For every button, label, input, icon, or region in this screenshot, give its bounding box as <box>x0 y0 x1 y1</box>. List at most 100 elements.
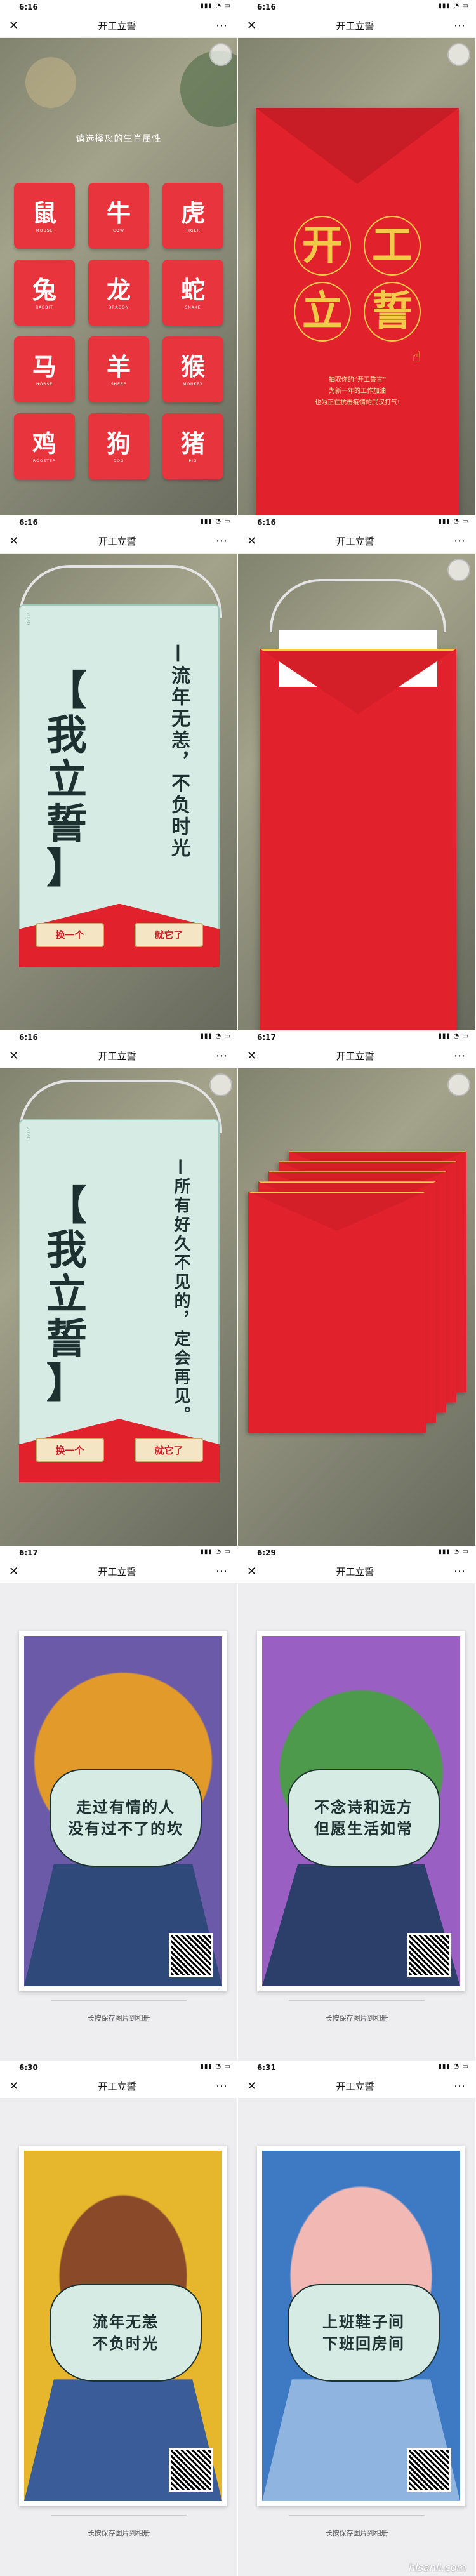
status-bar: 6:16 ▮▮▮ ◔ ▭ <box>0 1030 237 1045</box>
more-icon[interactable]: ⋯ <box>454 534 466 548</box>
screen-poster-tiger: 6:17 ▮▮▮ ◔ ▭ ✕ 开工立誓 ⋯ 走过有情的人 没有过不了的坎 长按保存图片… <box>0 1545 238 2061</box>
change-button[interactable]: 换一个 <box>36 922 104 947</box>
close-icon[interactable]: ✕ <box>9 1049 18 1063</box>
nav-bar: ✕ 开工立誓 ⋯ <box>0 1559 237 1584</box>
status-time: 6:17 <box>257 1033 276 1042</box>
red-envelope[interactable]: 开 工 立 誓 ☝ 抽取你的“开工誓言” 为新一年的工作加油 也为正在抗击疫情的… <box>256 108 459 515</box>
page-title: 开工立誓 <box>336 1051 374 1063</box>
zodiac-pig[interactable]: 猪 PIG <box>162 413 223 479</box>
page-title: 开工立誓 <box>98 2081 136 2093</box>
zodiac-char: 蛇 <box>180 276 205 304</box>
close-icon[interactable]: ✕ <box>247 1049 256 1063</box>
zodiac-char: 虎 <box>180 199 205 227</box>
status-time: 6:29 <box>257 1548 276 1557</box>
zodiac-en: RABBIT <box>36 305 53 310</box>
coffee-cup-decor <box>25 57 76 108</box>
more-icon[interactable]: ⋯ <box>216 19 228 32</box>
year-label: 2020 <box>25 1127 31 1140</box>
status-icons: ▮▮▮ ◔ ▭ <box>438 1033 469 1040</box>
watermark: hisanli.com <box>408 2561 466 2573</box>
screen-closed-envelope: 6:16 ▮▮▮ ◔ ▭ ✕ 开工立誓 ⋯ <box>238 515 476 1031</box>
zodiac-rooster[interactable]: 鸡 ROOSTER <box>14 413 75 479</box>
divider <box>51 2515 187 2516</box>
qr-code <box>407 2448 451 2493</box>
heading-char: 我 <box>46 712 87 759</box>
poster-image[interactable]: 不念诗和远方 但愿生活如常 <box>257 1630 465 1991</box>
zodiac-snake[interactable]: 蛇 SNAKE <box>162 260 223 326</box>
poster-mask: 流年无恙 不负时光 <box>50 2284 202 2382</box>
more-icon[interactable]: ⋯ <box>216 534 228 548</box>
heading-char: 我 <box>46 1227 87 1275</box>
zodiac-prompt: 请选择您的生肖属性 <box>76 134 162 144</box>
more-icon[interactable]: ⋯ <box>454 1049 466 1063</box>
status-time: 6:31 <box>257 2063 276 2073</box>
close-icon[interactable]: ✕ <box>9 1565 18 1578</box>
close-icon[interactable]: ✕ <box>247 1565 256 1578</box>
heading-char: 【 <box>46 667 87 715</box>
more-icon[interactable]: ⋯ <box>454 1565 466 1578</box>
zodiac-rabbit[interactable]: 兔 RABBIT <box>14 260 75 326</box>
screen-envelope-stack: 6:17 ▮▮▮ ◔ ▭ ✕ 开工立誓 ⋯ <box>238 1030 476 1546</box>
zodiac-mouse[interactable]: 鼠 MOUSE <box>14 183 75 249</box>
zodiac-horse[interactable]: 马 HORSE <box>14 336 75 402</box>
save-hint: 长按保存图片到相册 <box>325 2014 388 2022</box>
zodiac-char: 马 <box>32 352 56 381</box>
close-icon[interactable]: ✕ <box>9 2080 18 2093</box>
zodiac-en: PIG <box>188 458 197 463</box>
closed-envelope[interactable] <box>260 629 456 1031</box>
confirm-button[interactable]: 就它了 <box>135 1438 203 1463</box>
more-icon[interactable]: ⋯ <box>454 2080 466 2093</box>
screen-vow-1: 6:16 ▮▮▮ ◔ ▭ ✕ 开工立誓 ⋯ 2020 【 我 立 誓 】 —流年无恙，… <box>0 515 238 1031</box>
zodiac-tiger[interactable]: 虎 TIGER <box>162 183 223 249</box>
poster-mask: 上班鞋子间 下班回房间 <box>288 2284 440 2382</box>
status-bar: 6:17 ▮▮▮ ◔ ▭ <box>0 1545 237 1560</box>
zodiac-sheep[interactable]: 羊 SHEEP <box>88 336 149 402</box>
zodiac-monkey[interactable]: 猴 MONKEY <box>162 336 223 402</box>
save-hint: 长按保存图片到相册 <box>87 2014 150 2022</box>
status-bar: 6:16 ▮▮▮ ◔ ▭ <box>238 515 475 529</box>
content <box>238 554 475 1031</box>
page-title: 开工立誓 <box>336 2081 374 2093</box>
confirm-button[interactable]: 就它了 <box>135 922 203 947</box>
nav-bar: ✕ 开工立誓 ⋯ <box>238 1044 475 1069</box>
zodiac-en: MONKEY <box>183 382 203 387</box>
zodiac-cow[interactable]: 牛 COW <box>88 183 149 249</box>
more-icon[interactable]: ⋯ <box>216 2080 228 2093</box>
vow-heading: 【 我 立 誓 】 <box>44 1184 89 1406</box>
close-icon[interactable]: ✕ <box>247 19 256 32</box>
close-icon[interactable]: ✕ <box>247 2080 256 2093</box>
zodiac-dog[interactable]: 狗 DOG <box>88 413 149 479</box>
zodiac-char: 鼠 <box>32 199 56 227</box>
more-icon[interactable]: ⋯ <box>216 1565 228 1578</box>
screen-poster-frog: 6:29 ▮▮▮ ◔ ▭ ✕ 开工立誓 ⋯ 不念诗和远方 但愿生活如常 长按保存图片到… <box>238 1545 476 2061</box>
heading-char: 】 <box>46 1360 87 1408</box>
zodiac-en: TIGER <box>185 228 201 233</box>
year-label: 2020 <box>25 611 31 625</box>
screen-poster-pig: 6:31 ▮▮▮ ◔ ▭ ✕ 开工立誓 ⋯ 上班鞋子间 下班回房间 长按保存图片到相册… <box>238 2061 476 2576</box>
more-icon[interactable]: ⋯ <box>454 19 466 32</box>
nav-bar: ✕ 开工立誓 ⋯ <box>0 529 237 554</box>
divider <box>51 2000 187 2001</box>
change-button[interactable]: 换一个 <box>36 1438 104 1463</box>
poster-image[interactable]: 流年无恙 不负时光 <box>19 2146 227 2507</box>
title-char: 誓 <box>364 282 421 342</box>
status-time: 6:16 <box>19 3 38 11</box>
zodiac-dragon[interactable]: 龙 DRAGON <box>88 260 149 326</box>
message-line: 也为正在抗击疫情的武汉打气! <box>314 399 400 406</box>
poster-line: 流年无恙 <box>93 2313 159 2332</box>
more-icon[interactable]: ⋯ <box>216 1049 228 1063</box>
heading-char: 【 <box>46 1183 87 1230</box>
status-time: 6:17 <box>19 1548 38 1557</box>
poster-image[interactable]: 走过有情的人 没有过不了的坎 <box>19 1630 227 1991</box>
status-icons: ▮▮▮ ◔ ▭ <box>438 2063 469 2071</box>
poster-image[interactable]: 上班鞋子间 下班回房间 <box>257 2146 465 2507</box>
zodiac-en: MOUSE <box>36 228 53 233</box>
status-time: 6:16 <box>19 1033 38 1042</box>
close-icon[interactable]: ✕ <box>9 534 18 548</box>
zodiac-char: 牛 <box>106 199 131 227</box>
zodiac-en: DRAGON <box>108 305 129 310</box>
vow-card: 2020 【 我 立 誓 】 —流年无恙，不负时光 换一个 就它了 <box>19 604 220 967</box>
close-icon[interactable]: ✕ <box>247 534 256 548</box>
close-icon[interactable]: ✕ <box>9 19 18 32</box>
screen-vow-2: 6:16 ▮▮▮ ◔ ▭ ✕ 开工立誓 ⋯ 2020 【 我 立 誓 】 —所有好久不… <box>0 1030 238 1546</box>
